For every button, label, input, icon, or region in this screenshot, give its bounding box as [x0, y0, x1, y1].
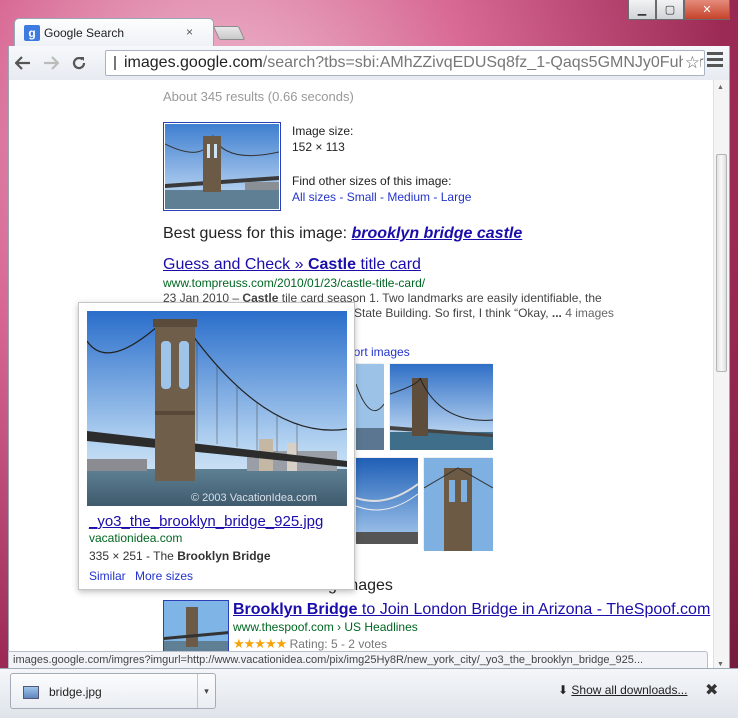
reload-icon — [72, 56, 86, 70]
bookmark-star-icon[interactable]: ☆ — [682, 53, 700, 73]
google-favicon-icon: g — [24, 25, 40, 41]
url-text[interactable]: images.google.com/search?tbs=sbi:AMhZZiv… — [124, 54, 705, 72]
download-file-name: bridge.jpg — [49, 685, 102, 699]
result2-url: www.thespoof.com › US Headlines — [233, 620, 418, 634]
similar-image[interactable] — [355, 363, 385, 450]
tab-label-group: g Google Search — [24, 20, 124, 46]
photo-watermark: © 2003 VacationIdea.com — [191, 492, 317, 504]
hover-filename[interactable]: _yo3_the_brooklyn_bridge_925.jpg — [89, 513, 323, 530]
result2-title[interactable]: Brooklyn Bridge to Join London Bridge in… — [233, 601, 710, 619]
download-arrow-icon: ⬇ — [558, 683, 569, 697]
result-title-suffix: title card — [356, 256, 421, 273]
hover-domain: vacationidea.com — [89, 531, 183, 545]
more-images-link[interactable]: 4 images — [565, 306, 614, 320]
result-title-bold: Castle — [307, 256, 356, 273]
similar-image[interactable] — [423, 457, 494, 551]
best-guess-link[interactable]: brooklyn bridge castle — [352, 225, 523, 242]
separator: - — [336, 190, 347, 204]
separator: - — [376, 190, 388, 204]
url-host: images.google.com — [124, 54, 263, 71]
image-size-info: Image size: 152 × 113 Find other sizes o… — [292, 123, 471, 205]
close-download-shelf-icon[interactable]: ✖ — [705, 680, 718, 700]
status-bar: images.google.com/imgres?imgurl=http://w… — [8, 651, 708, 669]
download-shelf: bridge.jpg ▾ ⬇ Show all downloads... ✖ — [0, 668, 738, 718]
title-bar: g Google Search × ▁ ▢ ✕ — [0, 0, 738, 46]
result-title[interactable]: Guess and Check » Castle title card — [163, 256, 421, 274]
hover-links: Similar More sizes — [89, 569, 199, 583]
rating-text: Rating: 5 - 2 votes — [286, 637, 387, 651]
minimize-button[interactable]: ▁ — [628, 0, 656, 20]
result2-thumbnail[interactable] — [163, 600, 229, 652]
image-size-label: Image size: — [292, 124, 354, 138]
find-other-sizes-label: Find other sizes of this image: — [292, 174, 452, 188]
best-guess: Best guess for this image: brooklyn brid… — [163, 225, 522, 243]
reload-button[interactable] — [65, 49, 93, 77]
browser-window: g Google Search × ▁ ▢ ✕ images.google.co… — [0, 0, 738, 718]
image-hover-preview[interactable]: © 2003 VacationIdea.com _yo3_the_brookly… — [78, 302, 355, 590]
similar-image[interactable] — [389, 363, 494, 450]
small-size-link[interactable]: Small — [347, 190, 377, 204]
all-sizes-link[interactable]: All sizes — [292, 190, 336, 204]
page-icon — [114, 56, 116, 70]
hover-preview-image[interactable]: © 2003 VacationIdea.com — [87, 311, 347, 506]
download-item[interactable]: bridge.jpg ▾ — [10, 673, 216, 709]
chrome-menu-icon[interactable] — [707, 52, 723, 70]
medium-size-link[interactable]: Medium — [387, 190, 430, 204]
brooklyn-bridge-photo: © 2003 VacationIdea.com — [87, 311, 347, 506]
best-guess-label: Best guess for this image: — [163, 225, 352, 242]
close-window-button[interactable]: ✕ — [684, 0, 730, 20]
large-size-link[interactable]: Large — [441, 190, 472, 204]
rating-stars-icon: ★★★★★ — [233, 636, 287, 651]
tab-title: Google Search — [44, 26, 125, 40]
maximize-button[interactable]: ▢ — [656, 0, 684, 20]
image-size-value: 152 × 113 — [292, 140, 345, 154]
browser-toolbar: images.google.com/search?tbs=sbi:AMhZZiv… — [8, 46, 730, 80]
result2-rating: ★★★★★ Rating: 5 - 2 votes — [233, 636, 387, 652]
hover-desc-bold: Brooklyn Bridge — [177, 549, 271, 563]
download-menu-arrow-icon[interactable]: ▾ — [197, 674, 215, 708]
tab-close-icon[interactable]: × — [186, 25, 193, 39]
show-all-downloads-link[interactable]: ⬇ Show all downloads... — [558, 683, 687, 697]
hover-desc-prefix: 335 × 251 - The — [89, 549, 178, 563]
forward-button[interactable] — [37, 49, 65, 77]
result2-title-bold: Brooklyn Bridge — [233, 601, 358, 618]
query-image-thumbnail[interactable] — [163, 122, 281, 211]
snippet-ellipsis: ... — [551, 306, 562, 320]
more-sizes-link[interactable]: More sizes — [135, 569, 193, 583]
bridge-thumbnail-image — [164, 124, 280, 209]
result2-title-link[interactable]: Brooklyn Bridge to Join London Bridge in… — [233, 601, 710, 618]
back-button[interactable] — [9, 49, 37, 77]
image-file-icon — [23, 686, 39, 699]
forward-arrow-icon — [44, 56, 59, 70]
result-stats: About 345 results (0.66 seconds) — [163, 89, 354, 104]
scroll-up-icon[interactable]: ▲ — [717, 84, 724, 91]
scroll-thumb[interactable] — [716, 154, 727, 372]
scroll-down-icon[interactable]: ▼ — [717, 661, 724, 668]
vertical-scrollbar[interactable]: ▲ ▼ — [713, 80, 729, 672]
hover-description: 335 × 251 - The Brooklyn Bridge — [89, 549, 271, 563]
new-tab-button[interactable] — [212, 26, 246, 40]
back-arrow-icon — [15, 56, 30, 70]
similar-link[interactable]: Similar — [89, 569, 126, 583]
similar-image[interactable] — [355, 457, 419, 544]
address-bar[interactable]: images.google.com/search?tbs=sbi:AMhZZiv… — [105, 50, 705, 76]
hover-filename-link[interactable]: _yo3_the_brooklyn_bridge_925.jpg — [89, 513, 323, 530]
result-url: www.tompreuss.com/2010/01/23/castle-titl… — [163, 276, 426, 290]
result2-title-rest: to Join London Bridge in Arizona - TheSp… — [357, 601, 711, 618]
support-images-link[interactable]: port images — [347, 345, 410, 359]
result-title-prefix: Guess and Check » — [163, 256, 308, 273]
result-title-link[interactable]: Guess and Check » Castle title card — [163, 256, 421, 273]
separator: - — [430, 190, 441, 204]
show-all-downloads-label: Show all downloads... — [571, 683, 688, 697]
size-links: All sizes - Small - Medium - Large — [292, 189, 471, 205]
window-controls: ▁ ▢ ✕ — [628, 0, 730, 20]
url-path: /search?tbs=sbi:AMhZZivqEDUSq8fz_1-Qaqs5… — [262, 54, 705, 71]
page-viewport: About 345 results (0.66 seconds) Image s… — [8, 80, 730, 672]
